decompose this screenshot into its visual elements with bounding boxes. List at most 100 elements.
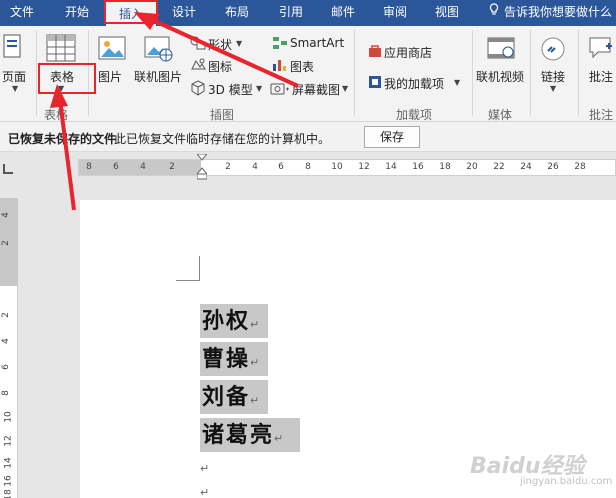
- paragraph-mark: ↵: [250, 356, 260, 369]
- comment-button[interactable]: 批注: [589, 68, 613, 85]
- text-line[interactable]: 曹操↵: [200, 342, 268, 376]
- indent-marker-icon[interactable]: [195, 153, 209, 180]
- crop-mark: [199, 256, 200, 281]
- horizontal-ruler[interactable]: 8 6 4 2 2 4 6 8 10 12 14 16 18 20 22 24 …: [78, 153, 616, 180]
- text-line[interactable]: 孙权↵: [200, 304, 268, 338]
- chevron-down-icon: ▼: [236, 39, 243, 48]
- table-icon: [46, 34, 76, 65]
- ruler-tick: 2: [0, 240, 11, 246]
- chart-button[interactable]: 图表: [290, 58, 314, 75]
- paragraph-mark: ↵: [274, 432, 284, 445]
- ruler-tick: 26: [547, 162, 559, 172]
- shapes-icon: [190, 36, 206, 53]
- table-group-label: 表格: [44, 108, 69, 122]
- ruler-tick: 22: [493, 162, 505, 172]
- icons-icon: [190, 58, 206, 75]
- ruler-tick: 2: [169, 162, 175, 172]
- comment-icon: [588, 36, 614, 63]
- ruler-tick: 18: [3, 489, 14, 498]
- ruler-tick: 2: [225, 162, 231, 172]
- ruler-tick: 8: [305, 162, 311, 172]
- tab-mailings[interactable]: 邮件: [320, 0, 366, 26]
- ruler-tick: 2: [0, 312, 11, 318]
- notification-title: 已恢复未保存的文件: [8, 132, 117, 146]
- tab-home[interactable]: 开始: [52, 0, 102, 26]
- chevron-down-icon: ▼: [256, 84, 263, 93]
- ruler-tick: 10: [331, 162, 343, 172]
- tab-file[interactable]: 文件: [0, 0, 44, 26]
- ruler-tick: 10: [3, 411, 14, 423]
- camera-icon: [270, 81, 290, 98]
- my-addins-button[interactable]: 我的加载项: [384, 75, 444, 92]
- addins-icon: [368, 75, 382, 92]
- 3d-model-button[interactable]: 3D 模型: [208, 81, 253, 98]
- ruler-tick: 18: [439, 162, 451, 172]
- cube-icon: [190, 80, 206, 99]
- ruler-tick: 16: [412, 162, 424, 172]
- tab-view[interactable]: 视图: [424, 0, 470, 26]
- ruler-tick: 24: [520, 162, 532, 172]
- link-button[interactable]: 链接: [541, 68, 565, 85]
- ruler-tick: 20: [466, 162, 478, 172]
- paragraph-mark: ↵: [200, 462, 210, 475]
- ruler-tick: 12: [3, 435, 14, 447]
- recovery-notification-bar: 已恢复未保存的文件 此已恢复文件临时存储在您的计算机中。 保存: [0, 122, 616, 152]
- chevron-down-icon: ▼: [12, 84, 19, 93]
- paragraph-mark: ↵: [250, 318, 260, 331]
- ruler-tick: 6: [113, 162, 119, 172]
- menu-bar: 文件 开始 插入 设计 布局 引用 邮件 审阅 视图 告诉我你想要做什么: [0, 0, 616, 26]
- divider: [36, 30, 37, 116]
- ruler-tick: 4: [0, 338, 11, 344]
- lightbulb-icon: [488, 0, 500, 24]
- online-picture-icon: [144, 34, 174, 65]
- online-video-button[interactable]: 联机视频: [476, 68, 524, 85]
- tab-layout[interactable]: 布局: [214, 0, 260, 26]
- picture-button[interactable]: 图片: [98, 68, 122, 85]
- chart-icon: [272, 58, 288, 75]
- ruler-tick: 12: [358, 162, 370, 172]
- screenshot-button[interactable]: 屏幕截图: [292, 81, 340, 98]
- ruler-row: 8 6 4 2 2 4 6 8 10 12 14 16 18 20 22 24 …: [0, 152, 616, 182]
- ruler-tick: 8: [86, 162, 92, 172]
- ruler-tick: 14: [385, 162, 397, 172]
- smartart-button[interactable]: SmartArt: [290, 36, 344, 50]
- video-icon: [486, 34, 516, 65]
- ruler-tick: 14: [3, 457, 14, 469]
- divider: [354, 30, 355, 116]
- chevron-down-icon: ▼: [342, 84, 349, 93]
- smartart-icon: [272, 36, 288, 53]
- tell-me-text: 告诉我你想要做什么: [504, 5, 613, 19]
- tab-selector-icon[interactable]: [3, 164, 13, 174]
- link-icon: [540, 36, 566, 65]
- icons-button[interactable]: 图标: [208, 58, 232, 75]
- highlight-box: [104, 0, 158, 24]
- paragraph-mark: ↵: [200, 486, 210, 498]
- ruler-tick: 16: [3, 475, 14, 487]
- tab-references[interactable]: 引用: [268, 0, 314, 26]
- save-button[interactable]: 保存: [364, 126, 420, 148]
- ruler-tick: 6: [0, 364, 11, 370]
- comments-group-label: 批注: [589, 108, 614, 122]
- tab-review[interactable]: 审阅: [372, 0, 418, 26]
- ruler-tick: 4: [140, 162, 146, 172]
- highlight-box: [38, 63, 96, 94]
- vertical-ruler[interactable]: 4 2 2 4 6 8 10 12 14 16 18: [0, 198, 18, 498]
- tell-me-box[interactable]: 告诉我你想要做什么: [488, 0, 612, 26]
- picture-icon: [98, 34, 128, 65]
- online-picture-button[interactable]: 联机图片: [134, 68, 182, 85]
- ruler-tick: 8: [0, 390, 11, 396]
- ruler-tick: 4: [0, 212, 11, 218]
- page-button[interactable]: 页面: [2, 68, 26, 85]
- text-line[interactable]: 刘备↵: [200, 380, 268, 414]
- crop-mark: [176, 280, 200, 281]
- ruler-tick: 4: [252, 162, 258, 172]
- shapes-button[interactable]: 形状: [208, 36, 232, 53]
- store-button[interactable]: 应用商店: [384, 44, 432, 61]
- store-icon: [368, 44, 382, 61]
- paragraph-mark: ↵: [250, 394, 260, 407]
- text-line[interactable]: 诸葛亮↵: [200, 418, 300, 452]
- tab-design[interactable]: 设计: [160, 0, 208, 26]
- divider: [578, 30, 579, 116]
- addins-group-label: 加载项: [396, 108, 433, 122]
- page-icon: [2, 34, 24, 63]
